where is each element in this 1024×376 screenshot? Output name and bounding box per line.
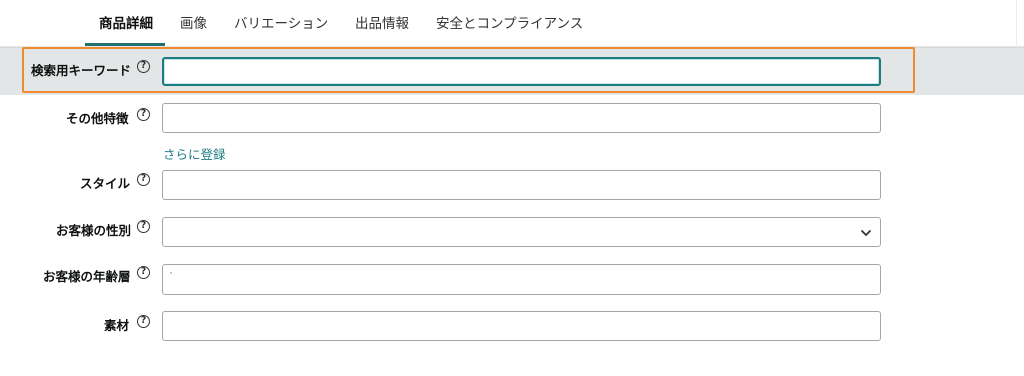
tab-safety-compliance[interactable]: 安全とコンプライアンス: [436, 12, 583, 32]
style-label: スタイル: [80, 176, 131, 191]
tab-product-details[interactable]: 商品詳細: [99, 12, 153, 32]
active-tab-indicator: [85, 43, 165, 46]
age-range-input[interactable]: [162, 264, 881, 295]
help-icon[interactable]: ?: [137, 60, 150, 73]
divider: [1016, 0, 1017, 46]
help-icon[interactable]: ?: [137, 220, 150, 233]
age-range-label: お客様の年齢層: [43, 269, 131, 284]
help-icon[interactable]: ?: [137, 266, 150, 279]
style-input[interactable]: [162, 170, 881, 200]
tab-variations[interactable]: バリエーション: [234, 12, 328, 32]
material-input[interactable]: [162, 311, 881, 341]
help-icon[interactable]: ?: [137, 315, 150, 328]
tab-bar: 商品詳細 画像 バリエーション 出品情報 安全とコンプライアンス: [0, 0, 1024, 47]
target-gender-select[interactable]: [162, 217, 881, 247]
help-icon[interactable]: ?: [137, 173, 150, 186]
material-label: 素材: [104, 318, 130, 333]
chevron-down-icon: [861, 230, 871, 236]
product-listing-form: 商品詳細 画像 バリエーション 出品情報 安全とコンプライアンス 検索用キーワー…: [0, 0, 1024, 376]
input-artifact: [170, 272, 172, 274]
search-keywords-label: 検索用キーワード: [31, 63, 132, 78]
tab-offer[interactable]: 出品情報: [355, 12, 409, 32]
other-features-input[interactable]: [162, 103, 881, 133]
help-icon[interactable]: ?: [137, 108, 150, 121]
register-more-link[interactable]: さらに登録: [163, 144, 226, 163]
tab-images[interactable]: 画像: [180, 12, 207, 32]
search-keywords-input[interactable]: [162, 57, 881, 86]
other-features-label: その他特徴: [66, 111, 129, 126]
target-gender-label: お客様の性別: [56, 223, 132, 238]
